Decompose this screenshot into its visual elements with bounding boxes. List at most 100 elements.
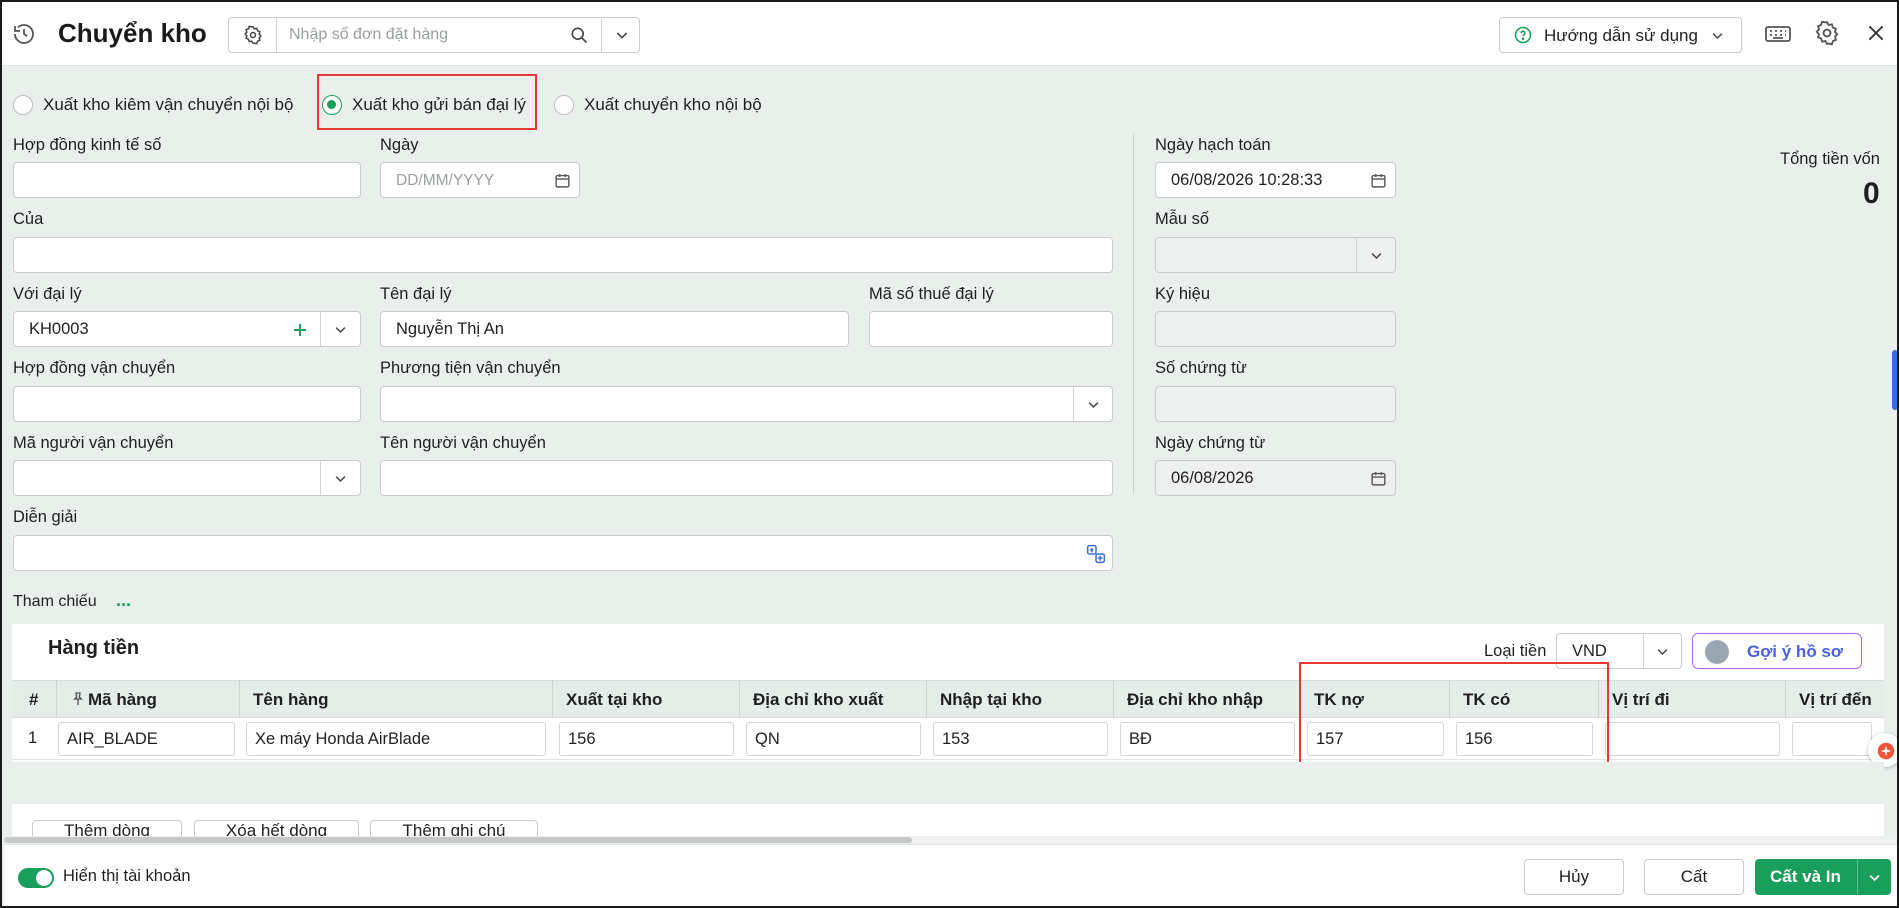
reference-label: Tham chiếu	[13, 593, 97, 610]
description-field[interactable]	[13, 535, 1113, 571]
col-header-code: Mã hàng	[88, 690, 157, 709]
date-label: Ngày	[380, 136, 419, 154]
calendar-icon[interactable]	[1370, 172, 1387, 189]
agent-name-value: Nguyễn Thị An	[396, 320, 504, 338]
suggest-profile-button[interactable]: Gợi ý hồ sơ	[1692, 633, 1862, 669]
carrier-code-select[interactable]	[13, 460, 361, 496]
voucher-date-label: Ngày chứng từ	[1155, 434, 1266, 452]
carrier-code-label: Mã người vận chuyển	[13, 434, 174, 452]
calendar-icon[interactable]	[1370, 470, 1387, 487]
template-label: Mẫu số	[1155, 210, 1210, 228]
currency-label: Loại tiền	[1484, 642, 1547, 660]
chevron-down-icon	[1710, 28, 1725, 43]
order-search[interactable]	[228, 17, 640, 53]
cell-to-warehouse[interactable]: 153	[933, 722, 1108, 756]
posting-date-label: Ngày hạch toán	[1155, 136, 1271, 154]
col-header-to-warehouse: Nhập tại kho	[940, 690, 1043, 709]
side-scroll-handle[interactable]	[1892, 350, 1897, 410]
carrier-name-label: Tên người vận chuyển	[380, 434, 546, 452]
close-icon[interactable]	[1866, 23, 1886, 43]
carrier-name-field[interactable]	[380, 460, 1113, 496]
sparkle-icon	[1877, 742, 1895, 760]
table-spacer	[12, 762, 1884, 804]
contract-no-field[interactable]	[13, 162, 361, 198]
radio-internal-transport[interactable]	[13, 95, 33, 115]
page-title: Chuyển kho	[58, 18, 207, 48]
save-button[interactable]: Cất	[1644, 859, 1744, 895]
radio-internal-transfer-label[interactable]: Xuất chuyển kho nội bộ	[584, 95, 762, 115]
keyboard-icon[interactable]	[1764, 21, 1792, 47]
posting-date-field[interactable]: 06/08/2026 10:28:33	[1155, 162, 1396, 198]
avatar	[1705, 640, 1729, 664]
help-button[interactable]: Hướng dẫn sử dụng	[1499, 17, 1742, 53]
radio-internal-transfer[interactable]	[554, 95, 574, 115]
cell-from-warehouse[interactable]: 156	[559, 722, 734, 756]
chevron-down-icon[interactable]	[614, 27, 630, 43]
scrollbar-thumb[interactable]	[4, 837, 912, 843]
voucher-no-field[interactable]	[1155, 386, 1396, 422]
settings-icon[interactable]	[1814, 20, 1840, 46]
chevron-down-icon[interactable]	[333, 471, 348, 486]
of-field[interactable]	[13, 237, 1113, 273]
contract-no-label: Hợp đồng kinh tế số	[13, 136, 162, 154]
gear-icon[interactable]	[243, 25, 263, 45]
col-header-to-address: Địa chỉ kho nhập	[1127, 690, 1264, 709]
pin-icon[interactable]	[70, 690, 86, 708]
show-account-toggle[interactable]	[18, 868, 54, 888]
col-header-from-address: Địa chỉ kho xuất	[753, 690, 884, 709]
voucher-date-field[interactable]: 06/08/2026	[1155, 460, 1396, 496]
agent-value: KH0003	[29, 320, 89, 338]
col-header-from-warehouse: Xuất tại kho	[566, 690, 663, 709]
voucher-date-value: 06/08/2026	[1171, 469, 1254, 487]
radio-agent-consignment-label[interactable]: Xuất kho gửi bán đại lý	[352, 95, 526, 115]
cell-code[interactable]: AIR_BLADE	[58, 722, 235, 756]
col-header-to-position: Vị trí đến	[1799, 690, 1872, 709]
agent-combobox[interactable]: KH0003	[13, 311, 361, 347]
cancel-button[interactable]: Hủy	[1524, 859, 1624, 895]
vehicle-label: Phương tiện vận chuyển	[380, 359, 561, 377]
cell-from-address[interactable]: QN	[746, 722, 921, 756]
total-cost-value: 0	[1863, 177, 1880, 210]
template-select[interactable]	[1155, 237, 1396, 273]
calendar-icon[interactable]	[554, 172, 571, 189]
radio-agent-consignment[interactable]	[322, 95, 342, 115]
cell-to-position[interactable]	[1792, 722, 1872, 756]
column-divider	[1133, 134, 1134, 494]
save-print-label: Cất và In	[1770, 867, 1841, 886]
chevron-down-icon[interactable]	[333, 322, 348, 337]
save-print-button[interactable]: Cất và In	[1755, 859, 1891, 895]
radio-internal-transport-label[interactable]: Xuất kho kiêm vận chuyển nội bộ	[43, 95, 293, 115]
agent-label: Với đại lý	[13, 285, 82, 303]
plus-icon[interactable]	[291, 321, 309, 339]
voucher-no-label: Số chứng từ	[1155, 359, 1247, 377]
chevron-down-icon[interactable]	[1655, 644, 1670, 659]
help-label: Hướng dẫn sử dụng	[1544, 26, 1698, 45]
symbol-field[interactable]	[1155, 311, 1396, 347]
translate-icon[interactable]	[1086, 544, 1106, 564]
col-header-from-position: Vị trí đi	[1612, 690, 1670, 709]
row-index: 1	[28, 729, 38, 747]
col-header-name: Tên hàng	[253, 690, 329, 709]
goods-section-title: Hàng tiền	[48, 637, 140, 659]
symbol-label: Ký hiệu	[1155, 285, 1211, 303]
transport-contract-field[interactable]	[13, 386, 361, 422]
history-icon[interactable]	[12, 22, 36, 46]
agent-tax-field[interactable]	[869, 311, 1113, 347]
date-field[interactable]: DD/MM/YYYY	[380, 162, 580, 198]
col-header-index: #	[29, 690, 39, 709]
chevron-down-icon[interactable]	[1369, 248, 1384, 263]
vehicle-select[interactable]	[380, 386, 1113, 422]
chevron-down-icon[interactable]	[1867, 870, 1882, 885]
search-icon[interactable]	[569, 25, 589, 45]
cell-to-address[interactable]: BĐ	[1120, 722, 1295, 756]
chevron-down-icon[interactable]	[1086, 397, 1101, 412]
posting-date-value: 06/08/2026 10:28:33	[1171, 171, 1323, 189]
horizontal-scrollbar[interactable]	[4, 836, 1897, 844]
agent-name-field[interactable]: Nguyễn Thị An	[380, 311, 849, 347]
reference-more-link[interactable]: ...	[116, 590, 131, 611]
app-window: Chuyển kho Hướng dẫn sử dụng	[0, 0, 1899, 908]
cell-from-position[interactable]	[1605, 722, 1780, 756]
search-input[interactable]	[289, 24, 549, 46]
cell-name[interactable]: Xe máy Honda AirBlade	[246, 722, 546, 756]
description-label: Diễn giải	[13, 508, 78, 526]
